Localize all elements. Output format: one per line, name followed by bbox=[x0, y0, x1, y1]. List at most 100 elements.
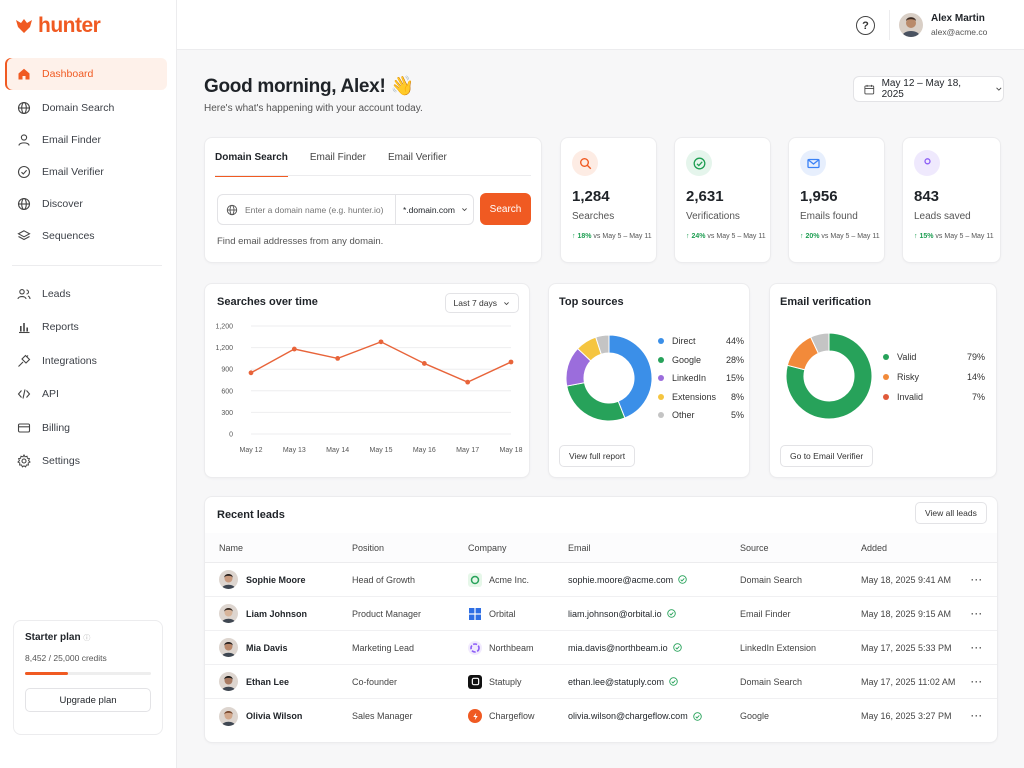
tab-domain-search[interactable]: Domain Search bbox=[215, 148, 288, 177]
arrow-up-icon: ↑ bbox=[572, 233, 576, 240]
arrow-up-icon: ↑ bbox=[686, 233, 690, 240]
sidebar-item-settings[interactable]: Settings bbox=[5, 445, 167, 479]
globe-icon bbox=[226, 204, 238, 215]
user-name: Alex Martin bbox=[931, 13, 985, 24]
email-verification-donut bbox=[785, 332, 873, 420]
verified-check-icon bbox=[692, 711, 702, 721]
sidebar-item-discover[interactable]: Discover bbox=[5, 188, 167, 220]
data-point[interactable] bbox=[508, 359, 514, 365]
sidebar: hunter Dashboard Domain Search Email Fin… bbox=[0, 0, 177, 768]
leads-table-header: Name Position Company Email Source Added bbox=[205, 533, 997, 563]
domain-pattern-select[interactable]: *.domain.com bbox=[395, 195, 473, 224]
more-options-icon[interactable]: ··· bbox=[971, 643, 983, 653]
sidebar-item-email-finder[interactable]: Email Finder bbox=[5, 124, 167, 156]
stat-card-verifications: 2,631 Verifications ↑ 24% vs May 5 – May… bbox=[674, 137, 771, 263]
col-name: Name bbox=[219, 542, 244, 553]
plan-card: Starter plan ⓘ 8,452 / 25,000 credits Up… bbox=[13, 620, 163, 735]
lead-source: Domain Search bbox=[740, 676, 803, 687]
more-options-icon[interactable]: ··· bbox=[971, 609, 983, 619]
go-to-email-verifier-button[interactable]: Go to Email Verifier bbox=[780, 445, 874, 467]
lead-email: olivia.wilson@chargeflow.com bbox=[568, 711, 702, 721]
search-card: Domain Search Email Finder Email Verifie… bbox=[204, 137, 542, 263]
data-point[interactable] bbox=[248, 370, 254, 376]
page-subtitle: Here's what's happening with your accoun… bbox=[204, 103, 423, 114]
y-tick-label: 0 bbox=[229, 432, 233, 439]
sidebar-item-email-verifier[interactable]: Email Verifier bbox=[5, 156, 167, 188]
date-range-picker[interactable]: May 12 – May 18, 2025 bbox=[853, 76, 1004, 102]
mail-icon bbox=[806, 158, 820, 168]
sidebar-item-leads[interactable]: Leads bbox=[5, 277, 167, 311]
plan-title: Starter plan ⓘ bbox=[25, 632, 91, 643]
more-options-icon[interactable]: ··· bbox=[971, 575, 983, 585]
col-source: Source bbox=[740, 542, 769, 553]
stat-delta: ↑ 20% vs May 5 – May 11 bbox=[800, 233, 880, 240]
arrow-up-icon: ↑ bbox=[800, 233, 804, 240]
user-icon bbox=[923, 157, 931, 164]
y-tick-label: 900 bbox=[221, 367, 233, 374]
search-button[interactable]: Search bbox=[480, 193, 531, 225]
view-full-report-button[interactable]: View full report bbox=[559, 445, 636, 467]
tab-email-finder[interactable]: Email Finder bbox=[310, 148, 366, 177]
table-row[interactable]: Olivia Wilson Sales Manager Chargeflow o… bbox=[205, 699, 997, 733]
sidebar-item-reports[interactable]: Reports bbox=[5, 311, 167, 345]
plug-icon bbox=[18, 354, 31, 367]
avatar bbox=[219, 672, 238, 691]
lead-email: ethan.lee@statuply.com bbox=[568, 677, 678, 687]
lead-email: liam.johnson@orbital.io bbox=[568, 609, 676, 619]
domain-input[interactable] bbox=[245, 195, 395, 224]
page-title: Good morning, Alex! 👋 bbox=[204, 76, 414, 97]
lead-company: Statuply bbox=[468, 674, 522, 689]
sidebar-item-billing[interactable]: Billing bbox=[5, 411, 167, 445]
data-point[interactable] bbox=[465, 379, 471, 385]
sidebar-item-domain-search[interactable]: Domain Search bbox=[5, 92, 167, 124]
lead-position: Product Manager bbox=[352, 608, 422, 619]
sidebar-item-integrations[interactable]: Integrations bbox=[5, 344, 167, 378]
verified-check-icon bbox=[669, 677, 678, 686]
email-verification-card: Email verification Valid 79% Risky 14% I… bbox=[769, 283, 997, 478]
chargeflow-logo-icon bbox=[468, 709, 482, 723]
table-row[interactable]: Sophie Moore Head of Growth Acme Inc. so… bbox=[205, 563, 997, 597]
table-row[interactable]: Ethan Lee Co-founder Statuply ethan.lee@… bbox=[205, 665, 997, 699]
card-icon bbox=[17, 423, 31, 433]
info-icon: ⓘ bbox=[83, 635, 91, 642]
nav-secondary: Leads Reports Integrations API Billing S… bbox=[5, 277, 167, 478]
user-menu[interactable]: Alex Martin alex@acme.co bbox=[899, 13, 987, 37]
data-point[interactable] bbox=[335, 356, 341, 361]
data-point[interactable] bbox=[421, 361, 427, 366]
stat-card-leads-saved: 843 Leads saved ↑ 15% vs May 5 – May 11 bbox=[902, 137, 1001, 263]
calendar-icon bbox=[864, 84, 875, 94]
credits-progress-bar bbox=[25, 672, 151, 675]
sidebar-item-sequences[interactable]: Sequences bbox=[5, 220, 167, 252]
chevron-down-icon bbox=[996, 87, 1002, 91]
lead-name-cell: Ethan Lee bbox=[219, 672, 289, 691]
view-all-leads-button[interactable]: View all leads bbox=[915, 502, 987, 524]
lead-name-cell: Sophie Moore bbox=[219, 570, 306, 589]
more-options-icon[interactable]: ··· bbox=[971, 677, 983, 687]
sidebar-item-dashboard[interactable]: Dashboard bbox=[5, 58, 167, 90]
data-point[interactable] bbox=[378, 339, 384, 345]
table-row[interactable]: Liam Johnson Product Manager Orbital lia… bbox=[205, 597, 997, 631]
check-circle-icon bbox=[693, 157, 705, 169]
tab-email-verifier[interactable]: Email Verifier bbox=[388, 148, 447, 177]
more-options-icon[interactable]: ··· bbox=[971, 711, 983, 721]
verified-check-icon bbox=[678, 575, 687, 584]
lead-source: Google bbox=[740, 711, 770, 721]
help-icon[interactable]: ? bbox=[856, 16, 875, 35]
lead-position: Sales Manager bbox=[352, 711, 413, 721]
search-tabs: Domain Search Email Finder Email Verifie… bbox=[215, 148, 469, 177]
legend-item-google: Google 28% bbox=[658, 351, 744, 370]
orbital-logo-icon bbox=[468, 607, 482, 621]
sidebar-item-api[interactable]: API bbox=[5, 378, 167, 412]
data-point[interactable] bbox=[291, 346, 297, 352]
upgrade-plan-button[interactable]: Upgrade plan bbox=[25, 688, 151, 712]
legend-item-linkedin: LinkedIn 15% bbox=[658, 369, 744, 388]
hunter-logo[interactable]: hunter bbox=[14, 14, 101, 38]
northbeam-logo-icon bbox=[468, 640, 482, 655]
lead-added: May 18, 2025 9:41 AM bbox=[861, 574, 952, 585]
y-tick-label: 300 bbox=[221, 410, 233, 417]
lead-name-cell: Liam Johnson bbox=[219, 604, 307, 623]
table-row[interactable]: Mia Davis Marketing Lead Northbeam mia.d… bbox=[205, 631, 997, 665]
globe-icon bbox=[17, 197, 31, 211]
gear-icon bbox=[17, 454, 31, 468]
donut-slice-google[interactable] bbox=[566, 382, 626, 422]
